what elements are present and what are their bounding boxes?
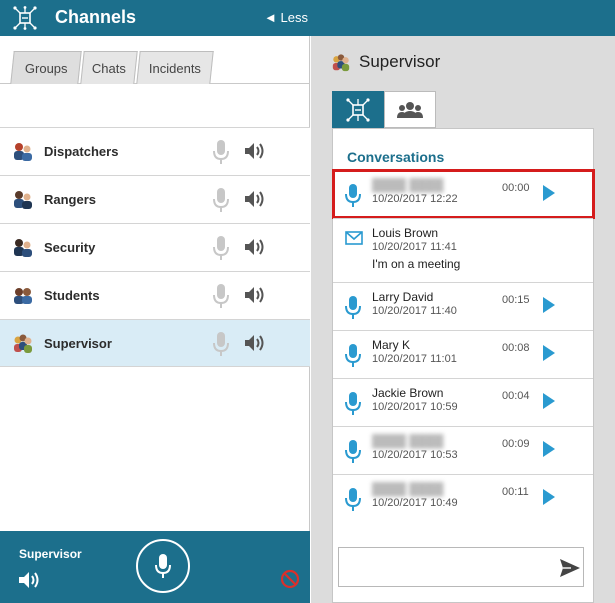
conversation-duration: 00:09 — [502, 438, 530, 450]
play-icon[interactable] — [543, 297, 555, 313]
speaker-icon[interactable] — [244, 285, 266, 305]
channel-list: Dispatchers Rangers Security Students Su… — [0, 127, 310, 367]
conversation-item[interactable]: ████ ████ 10/20/2017 10:53 00:09 — [333, 426, 593, 474]
push-to-talk-button[interactable] — [136, 539, 190, 593]
microphone-icon — [345, 344, 361, 367]
speaker-icon[interactable] — [244, 237, 266, 257]
conversations-panel: Conversations ████ ████ 10/20/2017 12:22… — [332, 128, 595, 603]
conversation-timestamp: 10/20/2017 11:40 — [372, 305, 457, 317]
play-icon[interactable] — [543, 489, 555, 505]
play-icon[interactable] — [543, 345, 555, 361]
conversation-duration: 00:08 — [502, 342, 530, 354]
play-icon[interactable] — [543, 185, 555, 201]
conversation-sender: ████ ████ — [372, 434, 444, 448]
channel-detail-panel: Supervisor Conversations ████ ████ 10/20… — [311, 36, 615, 603]
microphone-icon — [345, 296, 361, 319]
microphone-icon[interactable] — [212, 187, 230, 213]
play-icon[interactable] — [543, 441, 555, 457]
conversation-message: I'm on a meeting — [372, 257, 461, 271]
play-icon[interactable] — [543, 393, 555, 409]
microphone-icon — [155, 554, 171, 578]
mute-disabled-icon[interactable] — [280, 569, 300, 589]
members-icon — [397, 101, 423, 118]
conversation-item[interactable]: Louis Brown 10/20/2017 11:41 I'm on a me… — [333, 218, 593, 282]
channel-name: Security — [44, 240, 96, 255]
conversation-sender: Jackie Brown — [372, 386, 444, 400]
conversation-duration: 00:04 — [502, 390, 530, 402]
message-compose-box — [338, 547, 584, 587]
conversation-sender: Louis Brown — [372, 226, 439, 240]
microphone-icon — [345, 392, 361, 415]
tab-conversations[interactable] — [332, 91, 384, 128]
microphone-icon[interactable] — [212, 139, 230, 165]
channel-name: Dispatchers — [44, 144, 119, 159]
conversation-item[interactable]: ████ ████ 10/20/2017 12:22 00:00 — [332, 169, 595, 219]
conversation-timestamp: 10/20/2017 10:49 — [372, 497, 458, 509]
conversation-timestamp: 10/20/2017 11:01 — [372, 353, 457, 365]
conversation-timestamp: 10/20/2017 11:41 — [372, 241, 457, 253]
conversation-timestamp: 10/20/2017 10:59 — [372, 401, 458, 413]
microphone-icon — [345, 184, 361, 207]
tab-groups[interactable]: Groups — [10, 51, 82, 84]
message-input[interactable] — [341, 550, 551, 584]
rangers-avatar-icon — [14, 191, 32, 209]
tab-incidents-label: Incidents — [148, 60, 201, 76]
tab-groups-label: Groups — [24, 60, 68, 76]
microphone-icon — [345, 440, 361, 463]
supervisor-avatar-icon — [14, 334, 32, 353]
microphone-icon[interactable] — [212, 331, 230, 357]
conversation-sender: ████ ████ — [372, 178, 444, 192]
conversations-title: Conversations — [347, 149, 445, 165]
dispatchers-avatar-icon — [14, 143, 32, 161]
conversation-duration: 00:11 — [502, 486, 529, 498]
detail-title: Supervisor — [359, 52, 441, 71]
less-toggle-button[interactable]: ◄ Less — [264, 10, 308, 25]
conversation-item[interactable]: Jackie Brown 10/20/2017 10:59 00:04 — [333, 378, 593, 426]
channel-row-students[interactable]: Students — [0, 271, 310, 319]
microphone-icon[interactable] — [212, 283, 230, 309]
active-channel-name: Supervisor — [19, 547, 82, 561]
channel-name: Students — [44, 288, 100, 303]
channel-row-security[interactable]: Security — [0, 223, 310, 271]
app-header: Channels ◄ Less — [0, 0, 615, 36]
conversation-sender: Larry David — [372, 290, 434, 304]
tab-incidents[interactable]: Incidents — [136, 51, 214, 84]
speaker-icon[interactable] — [18, 569, 42, 591]
speaker-icon[interactable] — [244, 333, 266, 353]
channels-panel: Groups Chats Incidents Dispatchers Range… — [0, 36, 310, 603]
channel-row-rangers[interactable]: Rangers — [0, 175, 310, 223]
envelope-icon — [345, 231, 363, 245]
microphone-icon[interactable] — [212, 235, 230, 261]
conversation-timestamp: 10/20/2017 10:53 — [372, 449, 458, 461]
conversation-duration: 00:15 — [502, 294, 530, 306]
channel-tabs: Groups Chats Incidents — [0, 46, 310, 84]
conversation-duration: 00:00 — [502, 182, 530, 194]
students-avatar-icon — [14, 288, 32, 304]
channel-name: Supervisor — [44, 336, 112, 351]
speaker-icon[interactable] — [244, 141, 266, 161]
tab-chats-label: Chats — [91, 60, 126, 76]
supervisor-avatar-icon — [332, 54, 350, 72]
conversation-sender: Mary K — [372, 338, 411, 352]
conversation-item[interactable]: Mary K 10/20/2017 11:01 00:08 — [333, 330, 593, 378]
channels-app-icon — [13, 6, 37, 30]
conversation-list: ████ ████ 10/20/2017 12:22 00:00 Louis B… — [332, 169, 595, 522]
conversation-sender: ████ ████ — [372, 482, 444, 496]
channel-name: Rangers — [44, 192, 97, 207]
channel-row-dispatchers[interactable]: Dispatchers — [0, 127, 310, 175]
tab-chats[interactable]: Chats — [80, 51, 138, 84]
channel-row-supervisor[interactable]: Supervisor — [0, 319, 310, 367]
conversation-item[interactable]: ████ ████ 10/20/2017 10:49 00:11 — [333, 474, 593, 522]
channels-network-icon — [346, 97, 370, 122]
active-channel-bar: Supervisor — [0, 531, 310, 603]
send-icon[interactable] — [559, 558, 581, 578]
tab-members[interactable] — [384, 91, 436, 128]
conversation-item[interactable]: Larry David 10/20/2017 11:40 00:15 — [333, 282, 593, 330]
speaker-icon[interactable] — [244, 189, 266, 209]
microphone-icon — [345, 488, 361, 511]
security-avatar-icon — [14, 239, 32, 257]
app-title: Channels — [55, 7, 137, 27]
conversation-timestamp: 10/20/2017 12:22 — [372, 193, 458, 205]
